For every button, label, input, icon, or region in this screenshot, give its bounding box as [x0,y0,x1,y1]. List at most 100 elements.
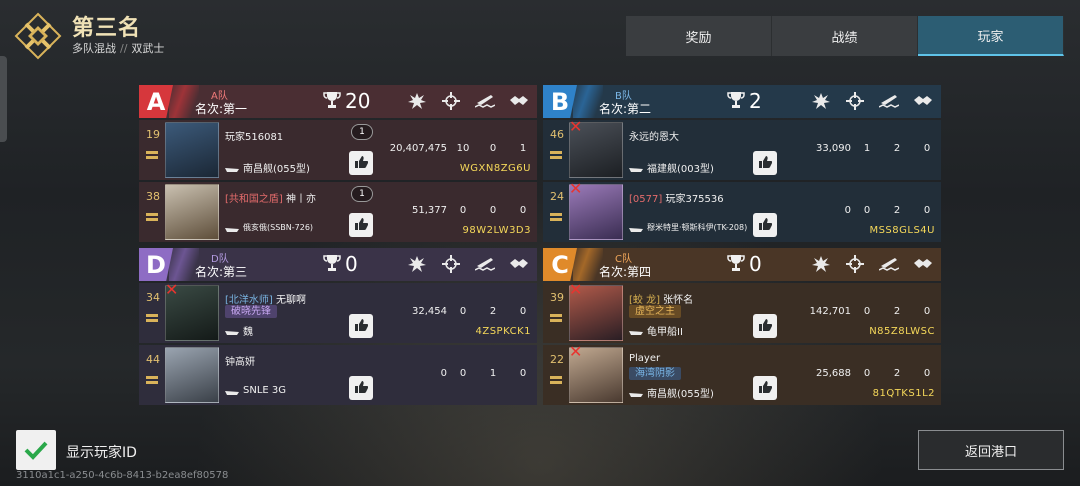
ship-name: 龟甲船II [647,327,683,338]
player-avatar[interactable] [165,347,219,403]
player-avatar[interactable] [165,184,219,240]
player-stat-assists: 0 [923,205,931,216]
player-stat-sinks: 0 [489,143,497,154]
like-button[interactable] [753,213,777,237]
player-ship: SNLE 3G [225,385,286,396]
team-score: 2 [749,89,762,113]
player-row: 24 ✕ [0577] 玩家375536 穆米特里·顿斯科伊(TK-208) 0 0 2 0 M… [543,179,941,242]
sinking-ship-icon [879,92,899,110]
player-level: 24 [550,190,564,203]
rank-badge-icon [145,210,159,224]
checkmark-icon [24,441,48,460]
side-drawer-handle[interactable] [0,56,7,142]
player-ship: 俄亥俄(SSBN-726) [225,222,313,233]
player-stat-assists: 0 [519,306,527,317]
ship-icon [225,165,239,172]
player-ship: 南昌舰(055型) [225,160,310,175]
player-damage: 33,090 [816,143,851,154]
player-level: 34 [146,291,160,304]
player-name: 钟高妍 [225,357,255,368]
like-button[interactable] [349,213,373,237]
like-button[interactable] [753,376,777,400]
stat-header-icons [407,92,529,110]
eliminated-x-icon: ✕ [569,342,583,361]
team-panel-a: A A队 名次:第一 20 19 玩家516081 南昌舰(055型) 1 20,407,475… [139,85,537,242]
eliminated-x-icon: ✕ [569,280,583,299]
thumbs-up-icon [354,379,369,398]
like-button[interactable] [349,151,373,175]
ship-icon [629,225,643,232]
eliminated-x-icon: ✕ [165,280,179,299]
player-name-line: 玩家516081 [225,128,283,143]
player-guild: [共和国之盾] [225,194,283,205]
player-id: 81QTKS1L2 [872,388,935,399]
show-player-id-label: 显示玩家ID [66,445,137,461]
mode-label: 多队混战 [72,42,116,55]
trophy-icon [727,254,745,276]
team-header: B B队 名次:第二 2 [543,85,941,118]
team-score: 0 [345,252,358,276]
eliminated-x-icon: ✕ [569,117,583,136]
player-stat-kills: 0 [863,205,871,216]
player-level: 44 [146,353,160,366]
player-stat-sinks: 2 [893,368,901,379]
player-stat-kills: 0 [863,306,871,317]
like-button[interactable] [753,151,777,175]
player-ship: 穆米特里·顿斯科伊(TK-208) [629,222,747,233]
player-damage: 0 [440,368,447,379]
handshake-icon [509,255,529,273]
player-stat-assists: 0 [923,143,931,154]
team-letter: A [139,85,173,118]
player-damage: 32,454 [412,306,447,317]
team-letter: B [543,85,577,118]
player-stat-assists: 0 [519,205,527,216]
eliminated-x-icon: ✕ [569,179,583,198]
player-ship: 南昌舰(055型) [629,385,714,400]
player-ship: 福建舰(003型) [629,160,714,175]
player-stat-kills: 0 [459,306,467,317]
team-panel-d: D D队 名次:第三 0 34 ✕ [北洋水师] 无聊啊 破晓先锋魏 32,454 0 2 0 4ZSP… [139,248,537,405]
tab-record[interactable]: 战绩 [772,16,918,56]
player-stat-kills: 0 [459,205,467,216]
player-stat-kills: 10 [456,143,470,154]
player-damage: 25,688 [816,368,851,379]
player-avatar[interactable] [165,122,219,178]
thumbs-up-icon [758,379,773,398]
player-name: 神丨亦 [286,194,316,205]
team-panel-b: B B队 名次:第二 2 46 ✕ 永远的恩大 福建舰(003型) 33,090 1 2 0 24 ✕ [0… [543,85,941,242]
player-damage: 51,377 [412,205,447,216]
player-stat-kills: 0 [863,368,871,379]
player-stat-assists: 0 [519,368,527,379]
like-button[interactable] [349,376,373,400]
kills-badge: 1 [351,186,373,202]
team-letter: D [139,248,173,281]
player-row: 44 钟高妍 SNLE 3G 0 0 1 0 [139,345,537,405]
stat-header-icons [811,255,933,273]
player-level: 22 [550,353,564,366]
team-place-label: 名次:第二 [599,102,652,116]
return-port-button[interactable]: 返回港口 [918,430,1064,470]
like-button[interactable] [349,314,373,338]
show-player-id-checkbox[interactable] [16,430,56,470]
handshake-icon [913,92,933,110]
player-id: 98W2LW3D3 [462,225,531,236]
player-id: N85Z8LWSC [869,326,935,337]
player-ship: 龟甲船II [629,323,683,338]
player-name: Player [629,353,661,364]
ship-name: SNLE 3G [243,385,287,396]
thumbs-up-icon [354,154,369,173]
explosion-icon [811,255,831,273]
tab-rewards[interactable]: 奖励 [626,16,772,56]
stat-header-icons [407,255,529,273]
player-id: 4ZSPKCK1 [475,326,531,337]
player-stat-sinks: 2 [489,306,497,317]
like-button[interactable] [753,314,777,338]
player-name: 玩家375536 [665,194,724,205]
player-name-line: [北洋水师] 无聊啊 [225,291,306,306]
team-score: 20 [345,89,371,113]
player-stat-sinks: 0 [489,205,497,216]
tab-players[interactable]: 玩家 [918,16,1064,56]
rank-badge-icon [549,148,563,162]
player-stat-kills: 1 [863,143,871,154]
thumbs-up-icon [354,216,369,235]
